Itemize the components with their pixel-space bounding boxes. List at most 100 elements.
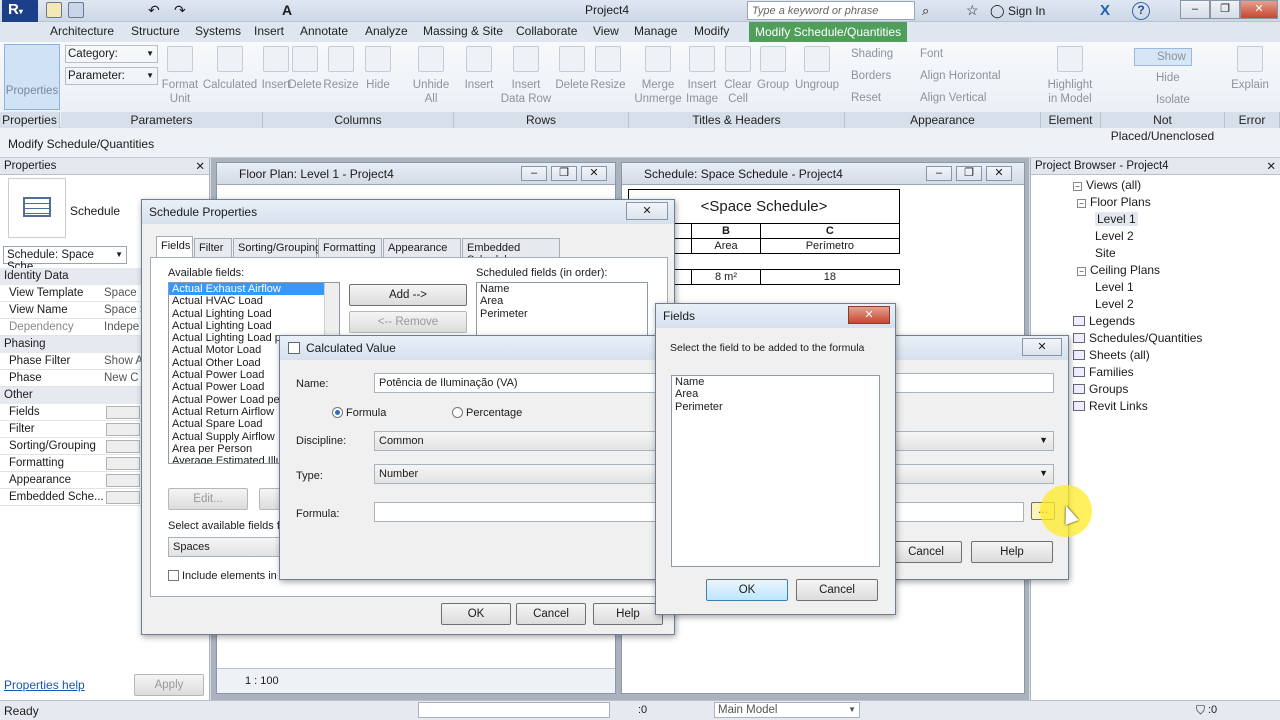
tab-appearance[interactable]: Appearance xyxy=(383,238,461,257)
binoculars-icon[interactable]: ⌕ xyxy=(922,3,929,19)
appearance-borders-button[interactable]: Borders xyxy=(851,70,891,82)
list-item[interactable]: Actual Lighting Load xyxy=(169,308,339,320)
text-icon[interactable]: A xyxy=(282,2,298,18)
tree-item-schedules-quantities[interactable]: Schedules/Quantities xyxy=(1073,331,1202,345)
user-icon[interactable]: ◯ xyxy=(990,3,1005,19)
column-hide-button[interactable]: Hide xyxy=(350,46,406,92)
tree-item-sheets-all[interactable]: Sheets (all) xyxy=(1073,348,1150,362)
appearance-align-horizontal-button[interactable]: Align Horizontal xyxy=(920,70,1001,82)
calc-help-button[interactable]: Help xyxy=(971,541,1053,563)
ribbon-tab-massing-site[interactable]: Massing & Site xyxy=(423,24,503,38)
calc-cancel-button[interactable]: Cancel xyxy=(890,541,962,563)
include-linked-checkbox[interactable]: Include elements in lin xyxy=(168,570,291,582)
list-item[interactable]: Name xyxy=(672,376,879,388)
redo-icon[interactable]: ↷ xyxy=(174,2,190,18)
edit-button[interactable] xyxy=(106,491,140,504)
property-value[interactable]: Space xyxy=(104,287,137,299)
appearance-reset-button[interactable]: Reset xyxy=(851,92,881,104)
schedule-max-button[interactable]: ❐ xyxy=(956,166,982,181)
schedule-cell[interactable]: 8 m² xyxy=(691,269,761,285)
isolate-button[interactable]: Isolate xyxy=(1134,92,1192,110)
edit-button[interactable] xyxy=(106,423,140,436)
tree-item-legends[interactable]: Legends xyxy=(1073,314,1135,328)
column-header[interactable]: Area xyxy=(691,238,761,254)
ribbon-tab-analyze[interactable]: Analyze xyxy=(365,24,408,38)
ribbon-tab-annotate[interactable]: Annotate xyxy=(300,24,348,38)
hide-button[interactable]: Hide xyxy=(1134,70,1192,88)
tab-embedded-schedule[interactable]: Embedded Schedule xyxy=(462,238,560,266)
format-unit-button[interactable]: Format Unit xyxy=(152,46,208,106)
edit-button[interactable] xyxy=(106,474,140,487)
ribbon-tab-modify[interactable]: Modify xyxy=(694,24,729,38)
edit-button[interactable] xyxy=(106,406,140,419)
edit-button[interactable]: Edit... xyxy=(168,488,248,510)
cancel-button[interactable]: Cancel xyxy=(516,603,586,625)
floor-close-button[interactable]: ✕ xyxy=(581,166,607,181)
star-icon[interactable]: ☆ xyxy=(966,2,979,19)
parameter-combo[interactable]: ▼ xyxy=(65,67,158,85)
ribbon-tab-systems[interactable]: Systems xyxy=(195,24,241,38)
close-button[interactable]: ✕ xyxy=(1240,0,1278,19)
appearance-font-button[interactable]: Font xyxy=(920,48,943,60)
minimize-button[interactable]: ‒ xyxy=(1180,0,1210,19)
properties-help-link[interactable]: Properties help xyxy=(4,678,85,692)
schedule-min-button[interactable]: ‒ xyxy=(926,166,952,181)
column-header[interactable]: Perímetro xyxy=(759,238,901,254)
close-icon[interactable]: ✕ xyxy=(195,159,205,173)
floor-min-button[interactable]: ‒ xyxy=(521,166,547,181)
tab-fields[interactable]: Fields xyxy=(156,236,193,257)
model-combo[interactable]: Main Model ▼ xyxy=(714,702,860,718)
fields-ok-button[interactable]: OK xyxy=(706,579,788,601)
dialog-close-button[interactable]: ✕ xyxy=(626,202,668,220)
ribbon-tab-manage[interactable]: Manage xyxy=(634,24,677,38)
search-input[interactable]: Type a keyword or phrase xyxy=(747,1,915,20)
tree-item-families[interactable]: Families xyxy=(1073,365,1134,379)
close-icon[interactable]: ✕ xyxy=(1266,159,1276,173)
collapse-icon[interactable]: − xyxy=(1073,182,1082,191)
scheduled-fields-list[interactable]: Name Area Perimeter xyxy=(476,282,648,342)
help-button[interactable]: Help xyxy=(593,603,663,625)
highlight-in-model-button[interactable]: Highlight in Model xyxy=(1042,46,1098,106)
apply-button[interactable]: Apply xyxy=(134,674,204,696)
fields-cancel-button[interactable]: Cancel xyxy=(796,579,878,601)
edit-button[interactable] xyxy=(106,440,140,453)
list-item[interactable]: Actual Exhaust Airflow xyxy=(169,283,339,296)
tree-item-revit-links[interactable]: Revit Links xyxy=(1073,399,1148,413)
appearance-align-vertical-button[interactable]: Align Vertical xyxy=(920,92,986,104)
filter-icon[interactable]: ⛉ xyxy=(1196,703,1205,718)
add-button[interactable]: Add --> xyxy=(349,284,467,306)
ribbon-tab-collaborate[interactable]: Collaborate xyxy=(516,24,577,38)
floor-max-button[interactable]: ❐ xyxy=(551,166,577,181)
undo-icon[interactable]: ↶ xyxy=(148,2,164,18)
collapse-icon[interactable]: − xyxy=(1077,199,1086,208)
list-item[interactable]: Perimeter xyxy=(672,401,879,413)
explain-button[interactable]: Explain xyxy=(1222,46,1278,92)
workset-field[interactable] xyxy=(418,702,610,718)
properties-ribbon-button[interactable]: Properties xyxy=(4,44,60,110)
select-from-combo[interactable]: Spaces xyxy=(168,537,288,557)
list-item[interactable]: Actual HVAC Load xyxy=(169,295,339,307)
ribbon-tab-structure[interactable]: Structure xyxy=(131,24,180,38)
formula-radio[interactable]: Formula xyxy=(332,407,386,419)
tab-formatting[interactable]: Formatting xyxy=(318,238,382,257)
tree-item-level-2[interactable]: Level 2 xyxy=(1095,229,1134,243)
property-value[interactable]: Indepe xyxy=(104,321,139,333)
column-letter[interactable]: C xyxy=(759,223,901,239)
list-item[interactable]: Area xyxy=(672,388,879,400)
tree-item-site[interactable]: Site xyxy=(1095,246,1116,260)
tab-filter[interactable]: Filter xyxy=(194,238,232,257)
appearance-shading-button[interactable]: Shading xyxy=(851,48,893,60)
ribbon-tab-architecture[interactable]: Architecture xyxy=(50,24,114,38)
schedule-cell[interactable]: 18 xyxy=(759,269,901,285)
restore-button[interactable]: ❐ xyxy=(1210,0,1240,19)
tree-item-groups[interactable]: Groups xyxy=(1073,382,1128,396)
edit-button[interactable] xyxy=(106,457,140,470)
schedule-close-button[interactable]: ✕ xyxy=(986,166,1012,181)
remove-button[interactable]: <-- Remove xyxy=(349,311,467,333)
list-item[interactable]: Name xyxy=(477,283,647,295)
calc-close-button[interactable]: ✕ xyxy=(1022,338,1062,356)
row-resize-button[interactable]: Resize xyxy=(580,46,636,92)
fields-dialog[interactable]: Fields ✕ Select the field to be added to… xyxy=(655,303,896,615)
tree-item-floor-plans[interactable]: − Floor Plans xyxy=(1077,195,1151,209)
percentage-radio[interactable]: Percentage xyxy=(452,407,522,419)
